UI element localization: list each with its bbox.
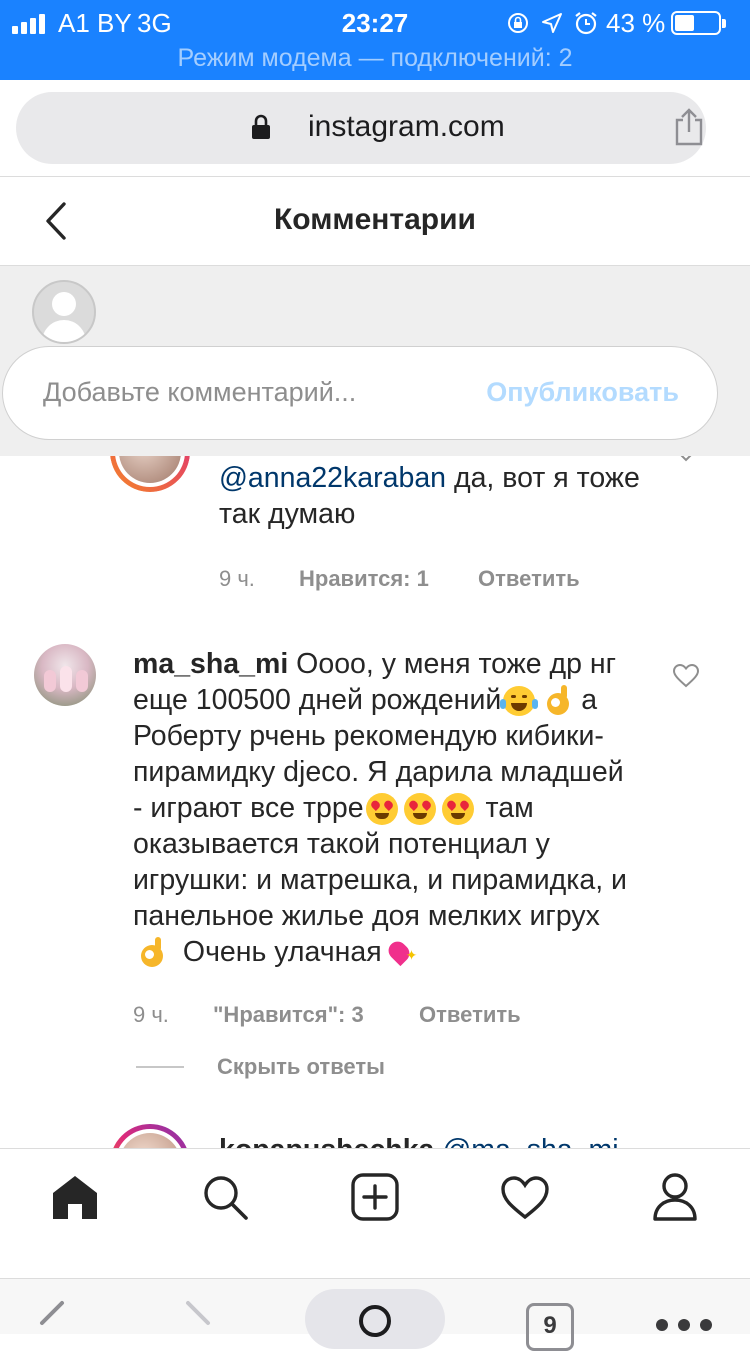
avatar xyxy=(32,280,96,344)
location-icon xyxy=(542,13,562,33)
battery-tip xyxy=(722,19,726,28)
comment-text: ma_sha_mi Оооо, у меня тоже др нг еще 10… xyxy=(133,648,627,969)
emoji-heart-eyes-icon xyxy=(403,793,436,826)
comments-list[interactable]: @anna22karaban да, вот я тоже так думаю … xyxy=(0,456,750,1148)
browser-search-button[interactable] xyxy=(305,1289,445,1349)
home-icon[interactable] xyxy=(50,1173,100,1221)
mention-link[interactable]: @ma_sha_mi xyxy=(442,1134,618,1148)
activity-heart-icon[interactable] xyxy=(500,1175,550,1221)
avatar[interactable] xyxy=(110,456,190,492)
publish-button[interactable]: Опубликовать xyxy=(486,377,679,408)
page-header: Комментарии xyxy=(0,176,750,266)
comment-text: kopapushechka @ma_sha_mi xyxy=(219,1132,659,1148)
comment-placeholder: Добавьте комментарий... xyxy=(43,377,357,407)
new-post-icon[interactable] xyxy=(350,1173,400,1221)
mention-link[interactable]: @anna22karaban xyxy=(219,462,446,494)
hotspot-banner[interactable]: Режим модема — подключений: 2 xyxy=(0,44,750,73)
bottom-nav xyxy=(0,1148,750,1278)
url-text: instagram.com xyxy=(308,110,505,143)
search-icon[interactable] xyxy=(200,1173,250,1221)
hide-replies-line xyxy=(136,1066,184,1068)
battery-percent: 43 % xyxy=(606,8,666,38)
emoji-heart-eyes-icon xyxy=(365,793,398,826)
page-title: Комментарии xyxy=(273,203,477,236)
address-bar[interactable]: instagram.com xyxy=(16,92,706,164)
more-options-icon[interactable] xyxy=(654,1317,714,1333)
comment-meta: 9 ч. xyxy=(133,1002,169,1028)
like-heart-icon[interactable] xyxy=(674,456,698,464)
avatar[interactable] xyxy=(110,1124,190,1148)
browser-back-icon[interactable] xyxy=(34,1299,68,1335)
avatar[interactable] xyxy=(34,644,96,706)
reply-button[interactable]: Ответить xyxy=(478,566,580,592)
battery-icon xyxy=(671,11,721,35)
comment-meta: 9 ч. xyxy=(219,566,255,592)
username-link[interactable]: kopapushechka xyxy=(219,1134,434,1148)
tab-count: 9 xyxy=(543,1312,557,1339)
comment-time: 9 ч. xyxy=(219,566,255,591)
status-bar: A1 BY 3G 23:27 43 % Режим модема — подкл… xyxy=(0,0,750,80)
emoji-sparkling-heart-icon: ✦ xyxy=(382,937,417,969)
rotation-lock-icon xyxy=(508,13,528,33)
share-icon[interactable] xyxy=(671,107,707,147)
comment-text: @anna22karaban да, вот я тоже так думаю xyxy=(219,462,640,530)
username-link[interactable]: ma_sha_mi xyxy=(133,648,288,680)
lock-icon xyxy=(252,114,270,139)
like-count[interactable]: "Нравится": 3 xyxy=(213,1002,364,1028)
comment-input[interactable]: Добавьте комментарий... Опубликовать xyxy=(2,346,718,440)
like-heart-icon[interactable] xyxy=(673,664,699,688)
browser-forward-icon[interactable] xyxy=(182,1299,216,1335)
emoji-tears-of-joy-icon xyxy=(500,686,539,717)
search-icon xyxy=(359,1305,391,1337)
comment-time: 9 ч. xyxy=(133,1002,169,1027)
emoji-heart-eyes-icon xyxy=(441,793,474,826)
profile-icon[interactable] xyxy=(650,1171,700,1221)
reply-button[interactable]: Ответить xyxy=(419,1002,521,1028)
like-count[interactable]: Нравится: 1 xyxy=(299,566,429,592)
browser-toolbar: 9 xyxy=(0,1278,750,1351)
emoji-ok-hand-icon xyxy=(543,685,573,717)
tabs-button[interactable]: 9 xyxy=(526,1303,574,1351)
emoji-ok-hand-icon xyxy=(137,937,167,969)
hide-replies-button[interactable]: Скрыть ответы xyxy=(217,1054,385,1080)
alarm-icon xyxy=(575,12,597,35)
